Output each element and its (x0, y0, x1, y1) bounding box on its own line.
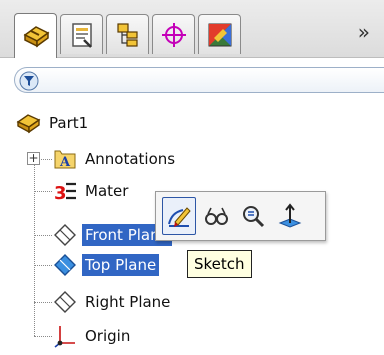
tree-item-right-plane[interactable]: Right Plane (52, 287, 173, 317)
dimxpert-icon (161, 22, 186, 47)
tree-item-label: Mater (85, 182, 129, 200)
tree-connector (34, 191, 52, 192)
overflow-chevron-icon[interactable]: » (358, 20, 370, 44)
tab-dimxpert-manager[interactable] (152, 14, 195, 54)
tree-item-label: Part1 (49, 114, 89, 132)
tree-filter[interactable] (14, 67, 384, 93)
configuration-icon (116, 22, 138, 47)
tree-item-label: Origin (85, 327, 131, 345)
tab-feature-manager[interactable] (14, 13, 57, 58)
plane-icon (52, 289, 78, 315)
material-icon: 3 (52, 178, 78, 204)
display-manager-icon (208, 23, 231, 46)
expand-toggle[interactable]: + (27, 152, 40, 165)
context-toolbar (155, 191, 326, 241)
hide-show-button[interactable] (199, 197, 233, 235)
annotations-icon: A (52, 146, 78, 172)
part-icon (23, 26, 49, 48)
filter-icon (19, 71, 39, 91)
part-icon (16, 110, 42, 136)
svg-text:A: A (59, 155, 71, 170)
tree-connector (34, 336, 52, 337)
tree-item-label: Top Plane (82, 254, 160, 276)
zoom-icon (243, 206, 265, 228)
tree-connector (34, 158, 35, 336)
tree-root-part[interactable]: Part1 (16, 108, 91, 138)
normal-to-button[interactable] (273, 197, 307, 235)
zoom-to-selection-button[interactable] (236, 197, 270, 235)
sketch-button[interactable] (162, 197, 196, 235)
tab-display-manager[interactable] (198, 14, 241, 54)
tab-property-manager[interactable] (60, 14, 103, 54)
tree-item-front-plane[interactable]: Front Plane (52, 220, 172, 250)
origin-icon (52, 323, 78, 349)
tooltip: Sketch (187, 250, 252, 278)
property-manager-icon (71, 22, 92, 48)
tree-item-material[interactable]: 3 Mater (52, 176, 131, 206)
glasses-icon (205, 207, 228, 225)
plane-icon (52, 222, 78, 248)
tab-configuration-manager[interactable] (106, 14, 149, 54)
tree-connector (34, 302, 52, 303)
tree-connector (34, 235, 52, 236)
tree-item-label: Annotations (85, 150, 176, 168)
tree-item-annotations[interactable]: A Annotations (52, 144, 178, 174)
sketch-icon (168, 207, 191, 227)
normal-to-icon (278, 203, 302, 228)
tree-item-top-plane[interactable]: Top Plane (52, 250, 160, 280)
svg-text:3: 3 (54, 183, 67, 204)
tree-item-label: Right Plane (85, 293, 171, 311)
tree-connector (34, 265, 52, 266)
tree-item-origin[interactable]: Origin (52, 321, 133, 351)
plane-icon (52, 252, 78, 278)
manager-tab-bar: » (0, 0, 384, 58)
